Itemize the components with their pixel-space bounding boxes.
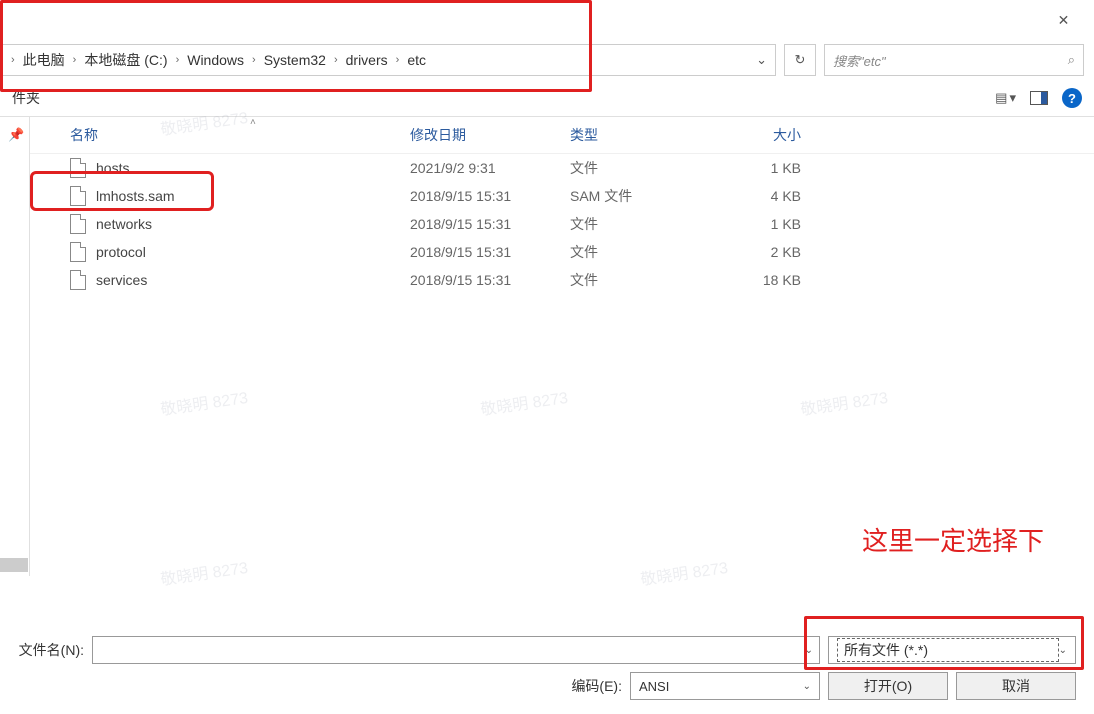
sidebar-handle[interactable] [0, 558, 28, 572]
address-row: › 此电脑 › 本地磁盘 (C:) › Windows › System32 ›… [0, 40, 1094, 80]
cancel-label: 取消 [1002, 676, 1030, 696]
file-list: ˄ 名称 修改日期 类型 大小 hosts2021/9/2 9:31文件1 KB… [30, 117, 1094, 576]
close-button[interactable]: ✕ [1041, 5, 1086, 35]
preview-icon [1030, 91, 1048, 105]
file-row[interactable]: lmhosts.sam2018/9/15 15:31SAM 文件4 KB [30, 182, 1094, 210]
organize-label[interactable]: 件夹 [12, 88, 40, 108]
search-icon: ⌕ [1068, 52, 1075, 68]
file-size: 18 KB [715, 272, 815, 288]
chevron-down-icon: ⌄ [805, 645, 813, 656]
sidebar: 📌 [0, 117, 30, 576]
sort-indicator-icon: ˄ [250, 117, 256, 128]
file-type: 文件 [570, 214, 715, 234]
file-date: 2018/9/15 15:31 [410, 216, 570, 232]
chevron-right-icon: › [248, 54, 260, 66]
column-size[interactable]: 大小 [715, 125, 815, 145]
file-row[interactable]: networks2018/9/15 15:31文件1 KB [30, 210, 1094, 238]
file-type: 文件 [570, 158, 715, 178]
list-header: 名称 修改日期 类型 大小 [30, 117, 1094, 154]
breadcrumb-item[interactable]: Windows [183, 52, 248, 68]
close-icon: ✕ [1058, 12, 1070, 29]
annotation-text: 这里一定选择下 [862, 521, 1044, 558]
file-size: 4 KB [715, 188, 815, 204]
file-name: lmhosts.sam [96, 188, 410, 204]
pin-icon[interactable]: 📌 [8, 127, 24, 143]
encoding-value: ANSI [639, 679, 803, 694]
chevron-down-icon: ▾ [1009, 90, 1016, 106]
file-type: 文件 [570, 242, 715, 262]
chevron-down-icon[interactable]: ⌄ [748, 52, 775, 68]
refresh-button[interactable]: ↻ [784, 44, 816, 76]
column-type[interactable]: 类型 [570, 125, 715, 145]
titlebar: ✕ [0, 0, 1094, 40]
open-label: 打开(O) [864, 676, 912, 696]
file-size: 2 KB [715, 244, 815, 260]
filetype-select[interactable]: 所有文件 (*.*) ⌄ [828, 636, 1076, 664]
search-placeholder: 搜索"etc" [833, 51, 1068, 70]
refresh-icon: ↻ [795, 52, 806, 68]
chevron-right-icon: › [172, 54, 184, 66]
file-icon [70, 158, 86, 178]
chevron-right-icon: › [69, 54, 81, 66]
help-button[interactable]: ? [1062, 88, 1082, 108]
chevron-down-icon: ⌄ [803, 681, 811, 692]
chevron-down-icon: ⌄ [1059, 645, 1067, 656]
main-area: 📌 ˄ 名称 修改日期 类型 大小 hosts2021/9/2 9:31文件1 … [0, 116, 1094, 576]
file-date: 2018/9/15 15:31 [410, 272, 570, 288]
view-options-button[interactable]: ▤ ▾ [995, 90, 1016, 106]
file-date: 2018/9/15 15:31 [410, 244, 570, 260]
breadcrumb-item[interactable]: 此电脑 [19, 50, 69, 70]
cancel-button[interactable]: 取消 [956, 672, 1076, 700]
filetype-value: 所有文件 (*.*) [837, 638, 1059, 662]
search-input[interactable]: 搜索"etc" ⌕ [824, 44, 1084, 76]
file-icon [70, 214, 86, 234]
file-name: networks [96, 216, 410, 232]
file-icon [70, 270, 86, 290]
chevron-right-icon: › [392, 54, 404, 66]
filename-row: 文件名(N): ⌄ 所有文件 (*.*) ⌄ [8, 632, 1076, 668]
column-date[interactable]: 修改日期 [410, 125, 570, 145]
file-row[interactable]: hosts2021/9/2 9:31文件1 KB [30, 154, 1094, 182]
file-size: 1 KB [715, 160, 815, 176]
file-date: 2021/9/2 9:31 [410, 160, 570, 176]
help-icon: ? [1068, 91, 1076, 106]
file-type: SAM 文件 [570, 186, 715, 206]
toolbar: 件夹 ▤ ▾ ? [0, 80, 1094, 116]
file-row[interactable]: services2018/9/15 15:31文件18 KB [30, 266, 1094, 294]
bottom-panel: 文件名(N): ⌄ 所有文件 (*.*) ⌄ 编码(E): ANSI ⌄ 打开(… [0, 632, 1084, 704]
encoding-row: 编码(E): ANSI ⌄ 打开(O) 取消 [8, 668, 1076, 704]
breadcrumb-item[interactable]: etc [403, 52, 430, 68]
file-size: 1 KB [715, 216, 815, 232]
file-icon [70, 242, 86, 262]
breadcrumb[interactable]: › 此电脑 › 本地磁盘 (C:) › Windows › System32 ›… [0, 44, 776, 76]
file-name: services [96, 272, 410, 288]
file-name: protocol [96, 244, 410, 260]
encoding-label: 编码(E): [571, 676, 622, 696]
column-name[interactable]: 名称 [70, 125, 410, 145]
file-row[interactable]: protocol2018/9/15 15:31文件2 KB [30, 238, 1094, 266]
file-date: 2018/9/15 15:31 [410, 188, 570, 204]
breadcrumb-item[interactable]: drivers [342, 52, 392, 68]
view-icon: ▤ [995, 90, 1007, 106]
chevron-right-icon: › [330, 54, 342, 66]
breadcrumb-item[interactable]: 本地磁盘 (C:) [80, 50, 171, 70]
chevron-right-icon: › [7, 54, 19, 66]
file-type: 文件 [570, 270, 715, 290]
preview-toggle[interactable] [1030, 91, 1048, 105]
open-button[interactable]: 打开(O) [828, 672, 948, 700]
filename-input[interactable]: ⌄ [92, 636, 820, 664]
filename-label: 文件名(N): [8, 640, 84, 660]
file-icon [70, 186, 86, 206]
file-name: hosts [96, 160, 410, 176]
breadcrumb-item[interactable]: System32 [260, 52, 330, 68]
encoding-select[interactable]: ANSI ⌄ [630, 672, 820, 700]
